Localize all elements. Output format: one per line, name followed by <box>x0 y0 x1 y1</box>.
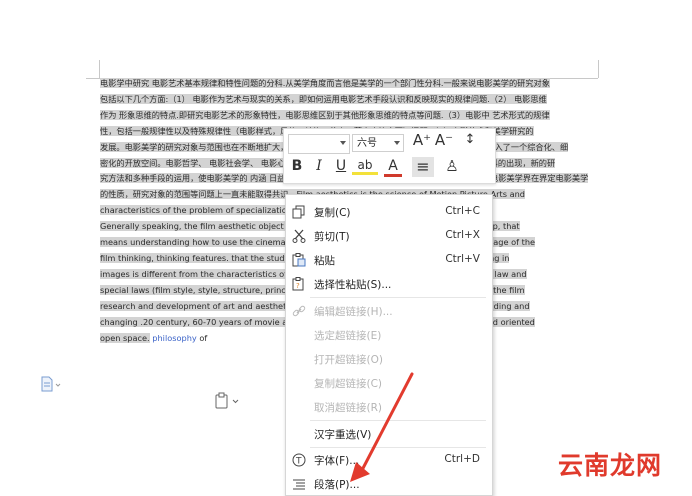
mini-format-toolbar: 六号 A⁺ A⁻ ↕ B I U ab A ≡ ♙ <box>283 128 496 184</box>
font-icon: T <box>292 452 306 467</box>
menu-item-copy[interactable]: 复制(C) Ctrl+C <box>286 200 492 224</box>
menu-item-shortcut: Ctrl+X <box>445 229 480 241</box>
font-size-field[interactable]: 六号 <box>352 134 404 152</box>
menu-item-cut[interactable]: 剪切(T) Ctrl+X <box>286 224 492 248</box>
menu-item-label: 剪切(T) <box>314 231 350 243</box>
underline-button[interactable]: U <box>332 158 350 174</box>
font-color-button[interactable]: A <box>384 158 402 177</box>
menu-item-label: 复制(C) <box>314 207 351 219</box>
menu-item-label: 打开超链接(O) <box>314 354 383 366</box>
font-size-value: 六号 <box>357 138 377 149</box>
menu-separator <box>310 297 486 298</box>
menu-item-paste-special[interactable]: ? 选择性粘贴(S)... <box>286 272 492 296</box>
watermark-logo: 云南龙网 <box>558 451 663 480</box>
menu-item-shortcut: Ctrl+C <box>445 205 480 217</box>
align-button[interactable]: ≡ <box>412 157 434 177</box>
page-corner-mark-right <box>598 60 599 78</box>
menu-item-shortcut: Ctrl+D <box>444 453 480 465</box>
doc-line-text: 作为 形象思维的特点.即研究电影艺术的形象特性，电影思维区别于其他形象思维的特点… <box>100 109 550 120</box>
paste-special-icon: ? <box>292 276 306 291</box>
font-name-field[interactable] <box>288 134 350 154</box>
chevron-down-icon <box>340 141 346 145</box>
italic-button[interactable]: I <box>310 158 328 174</box>
doc-line: 电影学中研究 电影艺术基本规律和特性问题的分科.从美学角度而言他是美学的一个部门… <box>100 76 598 92</box>
link-icon <box>292 303 306 317</box>
menu-item-paste[interactable]: 粘贴 Ctrl+V <box>286 248 492 272</box>
svg-text:T: T <box>295 457 302 467</box>
menu-item-label: 编辑超链接(H)... <box>314 306 393 318</box>
menu-item-edit-hyperlink[interactable]: 编辑超链接(H)... <box>286 299 492 323</box>
doc-line-text: 包括以下几个方面:（1） 电影作为艺术与现实的关系，即如何运用电影艺术手段认识和… <box>100 93 547 104</box>
menu-item-label: 选定超链接(E) <box>314 330 382 342</box>
doc-link-text[interactable]: philosophy <box>152 333 196 343</box>
menu-item-label: 选择性粘贴(S)... <box>314 279 392 291</box>
annotation-arrow <box>350 372 414 482</box>
copy-icon <box>292 204 306 219</box>
format-painter-button[interactable]: ♙ <box>442 157 462 175</box>
document-outline-icon[interactable] <box>40 376 61 392</box>
line-spacing-button[interactable]: ↕ <box>459 132 481 147</box>
doc-line-text: 电影学中研究 电影艺术基本规律和特性问题的分科.从美学角度而言他是美学的一个部门… <box>100 78 550 88</box>
menu-item-open-hyperlink[interactable]: 打开超链接(O) <box>286 347 492 371</box>
shrink-font-button[interactable]: A⁻ <box>434 131 454 149</box>
doc-line-tail: of <box>199 332 208 343</box>
menu-item-shortcut: Ctrl+V <box>445 253 480 265</box>
svg-text:?: ? <box>296 282 300 290</box>
paste-options-icon[interactable] <box>214 392 239 410</box>
grow-font-button[interactable]: A⁺ <box>412 131 432 149</box>
paste-icon <box>292 252 306 267</box>
menu-item-label: 粘贴 <box>314 255 335 267</box>
doc-line: 包括以下几个方面:（1） 电影作为艺术与现实的关系，即如何运用电影艺术手段认识和… <box>100 92 598 108</box>
paragraph-icon <box>292 476 306 490</box>
doc-line-text: open space. <box>100 332 150 343</box>
chevron-down-icon <box>394 141 400 145</box>
menu-item-select-hyperlink[interactable]: 选定超链接(E) <box>286 323 492 347</box>
cut-icon <box>292 228 306 243</box>
bold-button[interactable]: B <box>288 158 306 174</box>
highlight-button[interactable]: ab <box>352 158 378 175</box>
doc-line: 作为 形象思维的特点.即研究电影艺术的形象特性，电影思维区别于其他形象思维的特点… <box>100 108 598 124</box>
